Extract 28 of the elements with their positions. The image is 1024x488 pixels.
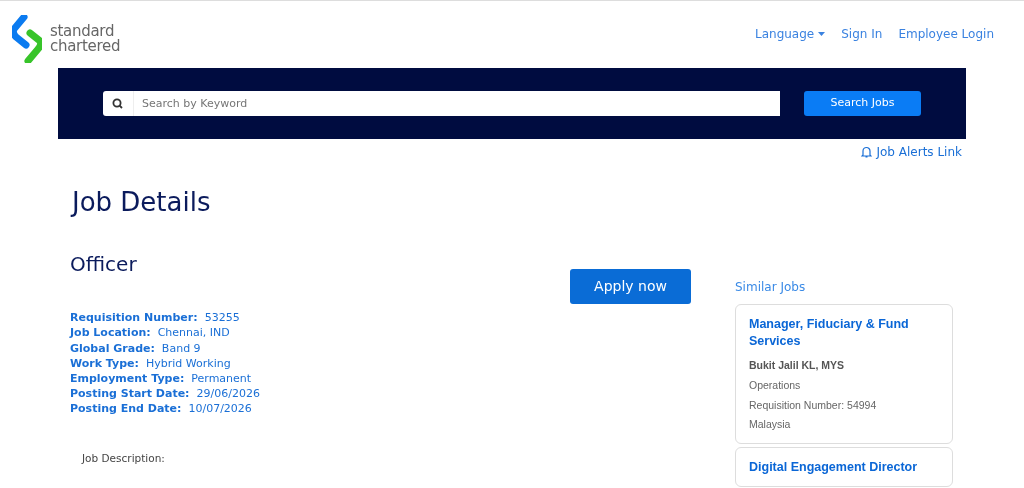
detail-line: Employment Type: Permanent [70,371,253,387]
detail-line: Requisition Number: 53255 [70,310,241,326]
job-title: Officer [70,252,138,277]
nav-link[interactable]: Employee Login [898,25,994,43]
logo-text: standard chartered [50,23,121,54]
detail-line: Global Grade: Band 9 [70,340,202,356]
job-link[interactable]: Digital Engagement Director [749,459,939,477]
job-alerts-link[interactable]: Job Alerts Link [861,143,962,161]
similar-jobs-link[interactable]: Similar Jobs [735,278,953,297]
caret-icon [818,32,826,36]
job-info: Operations [749,377,802,393]
search-field[interactable]: Search by Keyword [103,91,780,116]
bell-icon [861,146,873,158]
job-location: Bukit Jalil KL, MYS [749,358,846,374]
detail-line: Posting Start Date: 29/06/2026 [70,386,261,402]
description-heading: Job Description: [82,450,166,466]
logo-icon [12,14,42,63]
page-title: Job Details [72,187,212,219]
nav-link[interactable]: Sign In [841,25,883,43]
job-info: Malaysia [749,417,792,433]
job-link[interactable]: Manager, Fiduciary & Fund Services [749,316,939,351]
detail-line: Posting End Date: 10/07/2026 [70,401,253,417]
job-info: Requisition Number: 54994 [749,397,878,413]
detail-line: Work Type: Hybrid Working [70,355,232,371]
language-dropdown[interactable]: Language [755,25,826,43]
search-jobs-button[interactable]: Search Jobs [804,91,921,116]
apply-button[interactable]: Apply now [570,269,691,305]
detail-line: Job Location: Chennai, IND [70,325,231,341]
